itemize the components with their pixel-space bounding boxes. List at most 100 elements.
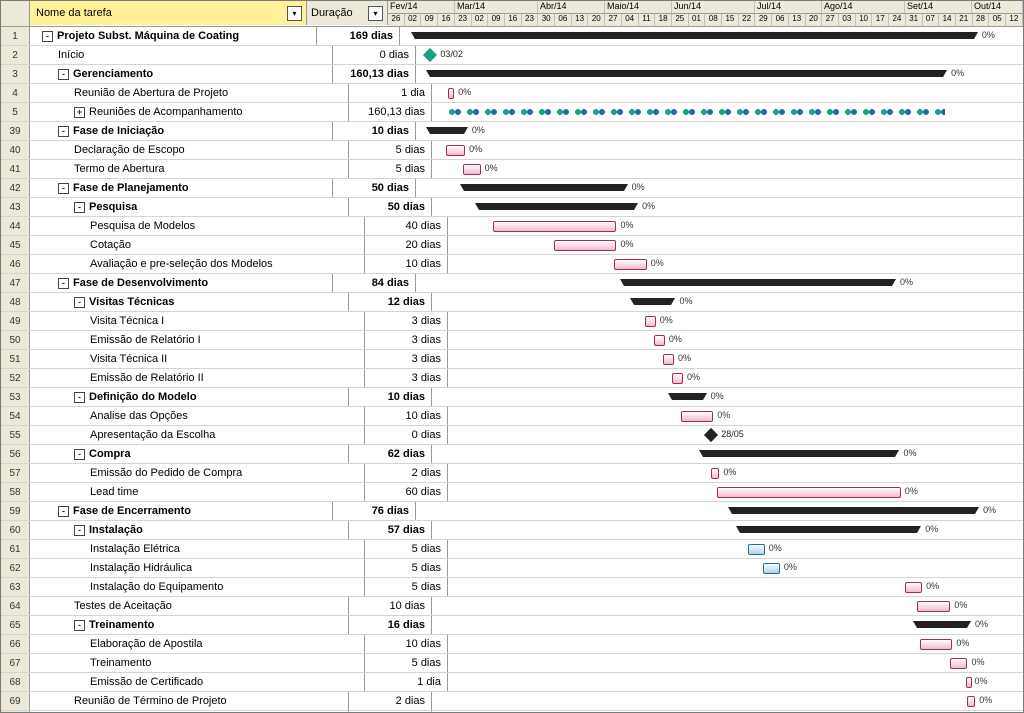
summary-bar[interactable] [740,526,917,533]
task-name-cell[interactable]: Analise das Opções [30,407,365,425]
task-row[interactable]: 42-Fase de Planejamento50 dias0% [1,179,1023,198]
duration-cell[interactable]: 76 dias [333,502,416,520]
task-bar[interactable] [917,601,950,612]
milestone-icon[interactable] [704,428,718,442]
gantt-cell[interactable]: 0% [416,122,1023,140]
duration-cell[interactable]: 20 dias [365,236,448,254]
task-name-cell[interactable]: Emissão de Relatório II [30,369,365,387]
task-bar[interactable] [463,164,481,175]
summary-bar[interactable] [430,127,464,134]
gantt-cell[interactable]: 0% [432,521,1023,539]
task-row[interactable]: 43-Pesquisa50 dias0% [1,198,1023,217]
duration-cell[interactable]: 62 dias [349,445,432,463]
task-row[interactable]: 62Instalação Hidráulica5 dias0% [1,559,1023,578]
task-bar[interactable] [645,316,656,327]
duration-cell[interactable]: 16 dias [349,616,432,634]
task-row[interactable]: 39-Fase de Iniciação10 dias0% [1,122,1023,141]
task-bar[interactable] [681,411,713,422]
task-name-cell[interactable]: -Gerenciamento [30,65,333,83]
task-row[interactable]: 55Apresentação da Escolha0 dias28/05 [1,426,1023,445]
gantt-cell[interactable]: 0% [448,312,1023,330]
outline-toggle-icon[interactable]: - [58,126,69,137]
task-bar[interactable] [711,468,719,479]
summary-bar[interactable] [479,203,635,210]
task-row[interactable]: 56-Compra62 dias0% [1,445,1023,464]
task-row[interactable]: 48-Visitas Técnicas12 dias0% [1,293,1023,312]
duration-cell[interactable]: 5 dias [349,160,432,178]
task-name-cell[interactable]: Visita Técnica II [30,350,365,368]
summary-bar[interactable] [430,70,943,77]
task-name-cell[interactable]: Início [30,46,333,64]
gantt-cell[interactable]: 0% [432,711,1023,712]
gantt-cell[interactable]: 0% [448,654,1023,672]
task-row[interactable]: 52Emissão de Relatório II3 dias0% [1,369,1023,388]
task-row[interactable]: 50Emissão de Relatório I3 dias0% [1,331,1023,350]
task-bar[interactable] [554,240,617,251]
gantt-cell[interactable]: 0% [448,578,1023,596]
task-row[interactable]: 40Declaração de Escopo5 dias0% [1,141,1023,160]
task-name-cell[interactable]: -Projeto Subst. Máquina de Coating [30,27,317,45]
task-bar[interactable] [920,639,952,650]
task-bar[interactable] [493,221,616,232]
gantt-cell[interactable]: 0% [432,616,1023,634]
summary-bar[interactable] [464,184,624,191]
task-bar[interactable] [748,544,765,555]
gantt-cell[interactable]: 0% [448,331,1023,349]
outline-toggle-icon[interactable]: + [74,107,85,118]
task-row[interactable]: 54Analise das Opções10 dias0% [1,407,1023,426]
duration-cell[interactable]: 10 dias [349,388,432,406]
gantt-cell[interactable]: 0% [416,65,1023,83]
duration-cell[interactable]: 2 dias [365,464,448,482]
gantt-cell[interactable]: 0% [448,559,1023,577]
summary-bar[interactable] [415,32,974,39]
task-name-cell[interactable]: -Fase de Planejamento [30,179,333,197]
task-name-cell[interactable]: Declaração de Escopo [30,141,349,159]
duration-cell[interactable]: 5 dias [365,654,448,672]
gantt-cell[interactable]: 0% [432,160,1023,178]
outline-toggle-icon[interactable]: - [58,506,69,517]
task-bar[interactable] [448,88,455,99]
task-row[interactable]: 44Pesquisa de Modelos40 dias0% [1,217,1023,236]
gantt-cell[interactable]: 0% [432,597,1023,615]
duration-cell[interactable]: 160,13 dias [333,65,416,83]
task-name-cell[interactable]: Visita Técnica I [30,312,365,330]
task-name-cell[interactable]: Emissão de Certificado [30,673,365,691]
task-bar[interactable] [717,487,901,498]
task-name-cell[interactable]: Avaliação e pre-seleção dos Modelos [30,255,365,273]
summary-bar[interactable] [732,507,975,514]
task-row[interactable]: 45Cotação20 dias0% [1,236,1023,255]
task-name-cell[interactable]: Apresentação da Escolha [30,426,365,444]
task-name-cell[interactable]: Elaboração de Apostila [30,635,365,653]
task-bar[interactable] [950,658,967,669]
gantt-cell[interactable]: 0% [448,350,1023,368]
duration-cell[interactable]: 40 dias [365,217,448,235]
outline-toggle-icon[interactable]: - [74,449,85,460]
duration-cell[interactable]: 10 dias [365,407,448,425]
task-row[interactable]: 46Avaliação e pre-seleção dos Modelos10 … [1,255,1023,274]
duration-cell[interactable]: 50 dias [349,198,432,216]
outline-toggle-icon[interactable]: - [58,69,69,80]
task-row[interactable]: 67Treinamento5 dias0% [1,654,1023,673]
gantt-cell[interactable] [432,103,1023,121]
task-name-cell[interactable]: Treinamento [30,654,365,672]
task-bar[interactable] [967,696,975,707]
task-name-cell[interactable]: -Fase de Desenvolvimento [30,274,333,292]
task-row[interactable]: 69Reunião de Término de Projeto2 dias0% [1,692,1023,711]
task-name-cell[interactable]: +Reuniões de Acompanhamento [30,103,349,121]
task-name-cell[interactable]: -Compra [30,445,349,463]
task-bar[interactable] [614,259,646,270]
task-name-cell[interactable]: Reunião de Abertura de Projeto [30,84,349,102]
task-bar[interactable] [763,563,780,574]
task-row[interactable]: 63Instalação do Equipamento5 dias0% [1,578,1023,597]
gantt-cell[interactable]: 0% [448,236,1023,254]
outline-toggle-icon[interactable]: - [58,183,69,194]
task-row[interactable]: 58Lead time60 dias0% [1,483,1023,502]
duration-cell[interactable]: 160,13 dias [349,103,432,121]
duration-cell[interactable]: 0 dias [333,46,416,64]
task-name-cell[interactable]: Instalação Elétrica [30,540,365,558]
task-row[interactable]: 47-Fase de Desenvolvimento84 dias0% [1,274,1023,293]
gantt-cell[interactable]: 03/02 [416,46,1023,64]
gantt-cell[interactable]: 28/05 [448,426,1023,444]
task-row[interactable]: 66Elaboração de Apostila10 dias0% [1,635,1023,654]
gantt-cell[interactable]: 0% [448,673,1023,691]
